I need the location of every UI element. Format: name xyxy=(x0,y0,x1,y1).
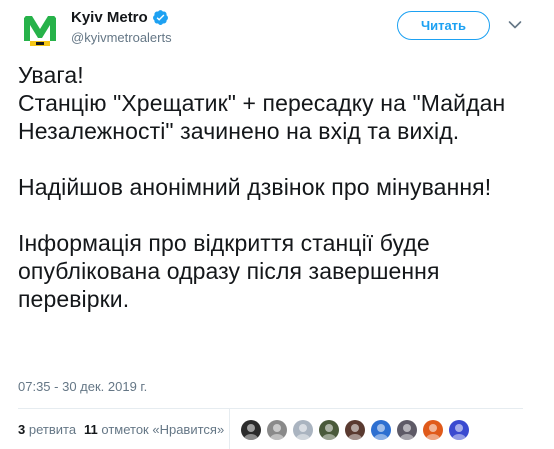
likes-count: 11 xyxy=(84,422,98,437)
retweets-count: 3 xyxy=(18,422,26,437)
liker-avatar-1[interactable] xyxy=(240,419,262,441)
likes-stat[interactable]: 11 отметок «Нравится» xyxy=(84,422,224,437)
verified-badge-icon xyxy=(152,9,169,26)
liker-avatar-6[interactable] xyxy=(370,419,392,441)
account-handle[interactable]: @kyivmetroalerts xyxy=(71,30,172,45)
retweets-label: ретвита xyxy=(28,422,77,437)
liker-avatar-5[interactable] xyxy=(344,419,366,441)
follow-button[interactable]: Читать xyxy=(397,11,490,40)
account-name-block: Kyiv Metro @kyivmetroalerts xyxy=(71,7,172,46)
tweet: Kyiv Metro @kyivmetroalerts Читать Увага… xyxy=(0,0,554,449)
likes-label: отметок «Нравится» xyxy=(101,422,225,437)
retweets-stat[interactable]: 3 ретвита xyxy=(18,422,76,437)
display-name-row: Kyiv Metro xyxy=(71,7,172,27)
stats-divider xyxy=(229,409,230,449)
tweet-timestamp[interactable]: 07:35 - 30 дек. 2019 г. xyxy=(18,379,147,394)
display-name[interactable]: Kyiv Metro xyxy=(71,9,148,26)
liker-avatar-9[interactable] xyxy=(448,419,470,441)
tweet-header: Kyiv Metro @kyivmetroalerts Читать xyxy=(18,6,528,52)
liker-avatar-2[interactable] xyxy=(266,419,288,441)
liker-avatar-4[interactable] xyxy=(318,419,340,441)
chevron-down-icon[interactable] xyxy=(508,20,522,30)
tweet-stats: 3 ретвита 11 отметок «Нравится» xyxy=(18,408,523,449)
metro-m-logo-icon xyxy=(20,10,60,50)
liker-avatar-7[interactable] xyxy=(396,419,418,441)
tweet-text: Увага! Станцію "Хрещатик" + пересадку на… xyxy=(18,62,506,312)
liker-avatar-8[interactable] xyxy=(422,419,444,441)
account-avatar[interactable] xyxy=(20,10,60,50)
liker-avatar-3[interactable] xyxy=(292,419,314,441)
